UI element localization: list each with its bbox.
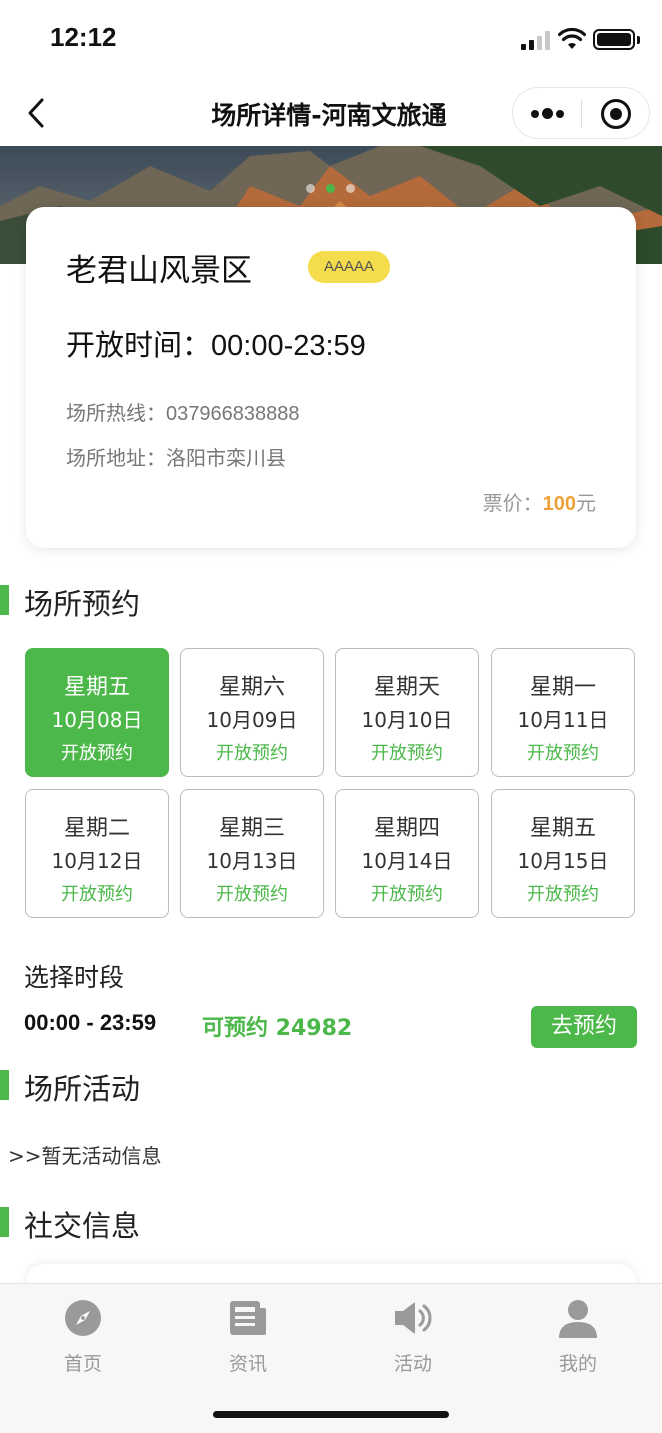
date-option[interactable]: 星期二 10月12日 开放预约 (25, 789, 169, 918)
status-bar: 12:12 (0, 0, 662, 80)
date-weekday: 星期一 (529, 675, 596, 700)
tab-home[interactable]: 首页 (23, 1298, 143, 1378)
speaker-icon (395, 1302, 432, 1334)
more-icon[interactable] (531, 108, 565, 120)
section-accent-bar (0, 585, 9, 615)
date-option[interactable]: 星期五 10月15日 开放预约 (491, 789, 635, 918)
capsule-divider (581, 100, 582, 128)
reservation-section-title: 场所预约 (24, 587, 141, 621)
book-button[interactable]: 去预约 (531, 1006, 637, 1048)
date-option[interactable]: 星期四 10月14日 开放预约 (335, 789, 479, 918)
venue-info-card: 老君山风景区 AAAAA 开放时间：00:00-23:59 场所热线：03796… (26, 207, 636, 548)
hotline-value[interactable]: 037966838888 (166, 403, 299, 425)
timeslot-availability: 可预约 24982 (202, 1016, 353, 1041)
timeslot-time[interactable]: 00:00 - 23:59 (24, 1010, 156, 1036)
date-status: 开放预约 (527, 884, 599, 905)
date-option[interactable]: 星期一 10月11日 开放预约 (491, 648, 635, 777)
date-status: 开放预约 (61, 743, 133, 764)
tab-label: 首页 (63, 1353, 102, 1375)
date-label: 10月11日 (517, 708, 609, 732)
date-option[interactable]: 星期六 10月09日 开放预约 (180, 648, 324, 777)
section-accent-bar (0, 1207, 9, 1237)
date-label: 10月10日 (361, 708, 453, 732)
battery-icon (593, 29, 635, 50)
date-label: 10月12日 (51, 849, 143, 873)
rating-badge: AAAAA (308, 251, 390, 283)
hotline-label: 场所热线： (66, 401, 166, 425)
date-status: 开放预约 (61, 884, 133, 905)
date-label: 10月15日 (517, 849, 609, 873)
section-accent-bar (0, 1070, 9, 1100)
opening-hours-label: 开放时间： (66, 328, 212, 362)
address[interactable]: 场所地址：洛阳市栾川县 (66, 442, 286, 471)
social-section-title: 社交信息 (24, 1209, 141, 1243)
date-weekday: 星期六 (218, 675, 285, 700)
tab-label: 活动 (393, 1353, 432, 1375)
price-unit: 元 (576, 491, 596, 515)
date-label: 10月14日 (361, 849, 453, 873)
opening-hours: 开放时间：00:00-23:59 (66, 322, 366, 364)
date-label: 10月13日 (206, 849, 298, 873)
cellular-signal-icon (521, 30, 553, 50)
date-option[interactable]: 星期天 10月10日 开放预约 (335, 648, 479, 777)
date-status: 开放预约 (371, 884, 443, 905)
date-weekday: 星期天 (373, 675, 440, 700)
no-activity-message: >>暂无活动信息 (8, 1144, 162, 1168)
news-icon (230, 1301, 266, 1335)
tab-label: 资讯 (228, 1353, 267, 1375)
date-label: 10月08日 (51, 708, 143, 732)
date-label: 10月09日 (206, 708, 298, 732)
timeslot-title: 选择时段 (24, 963, 125, 992)
address-label: 场所地址： (66, 446, 166, 470)
price-value: 100 (542, 493, 576, 515)
tab-label: 我的 (558, 1353, 597, 1375)
date-status: 开放预约 (216, 884, 288, 905)
venue-name: 老君山风景区 (66, 253, 252, 289)
status-time: 12:12 (50, 22, 117, 52)
date-weekday: 星期五 (529, 816, 596, 841)
miniprogram-capsule (512, 87, 650, 139)
tab-profile[interactable]: 我的 (518, 1298, 638, 1378)
banner-pagination (306, 182, 360, 194)
home-indicator (213, 1411, 449, 1418)
tab-news[interactable]: 资讯 (188, 1298, 308, 1378)
date-status: 开放预约 (216, 743, 288, 764)
date-weekday: 星期三 (218, 816, 285, 841)
date-status: 开放预约 (371, 743, 443, 764)
venue-detail-page: 12:12 场所详情-河南文旅通 老君山风景区 AAAAA 开放时间：00:00… (0, 0, 662, 1433)
date-weekday: 星期二 (63, 816, 130, 841)
date-weekday: 星期五 (63, 675, 130, 700)
address-value[interactable]: 洛阳市栾川县 (166, 446, 286, 470)
user-icon (559, 1300, 597, 1338)
compass-icon (65, 1300, 101, 1336)
tab-activities[interactable]: 活动 (353, 1298, 473, 1378)
wifi-icon (558, 27, 586, 49)
close-miniprogram-icon[interactable] (601, 99, 631, 129)
ticket-price: 票价：100元 (483, 487, 596, 516)
activities-section-title: 场所活动 (24, 1072, 141, 1106)
battery-cap (637, 36, 640, 44)
date-weekday: 星期四 (373, 816, 440, 841)
nav-bar: 场所详情-河南文旅通 (0, 80, 662, 146)
hotline[interactable]: 场所热线：037966838888 (66, 397, 299, 426)
opening-hours-value: 00:00-23:59 (211, 330, 366, 362)
price-label: 票价： (482, 491, 543, 515)
date-status: 开放预约 (527, 743, 599, 764)
date-option[interactable]: 星期三 10月13日 开放预约 (180, 789, 324, 918)
date-option[interactable]: 星期五 10月08日 开放预约 (25, 648, 169, 777)
